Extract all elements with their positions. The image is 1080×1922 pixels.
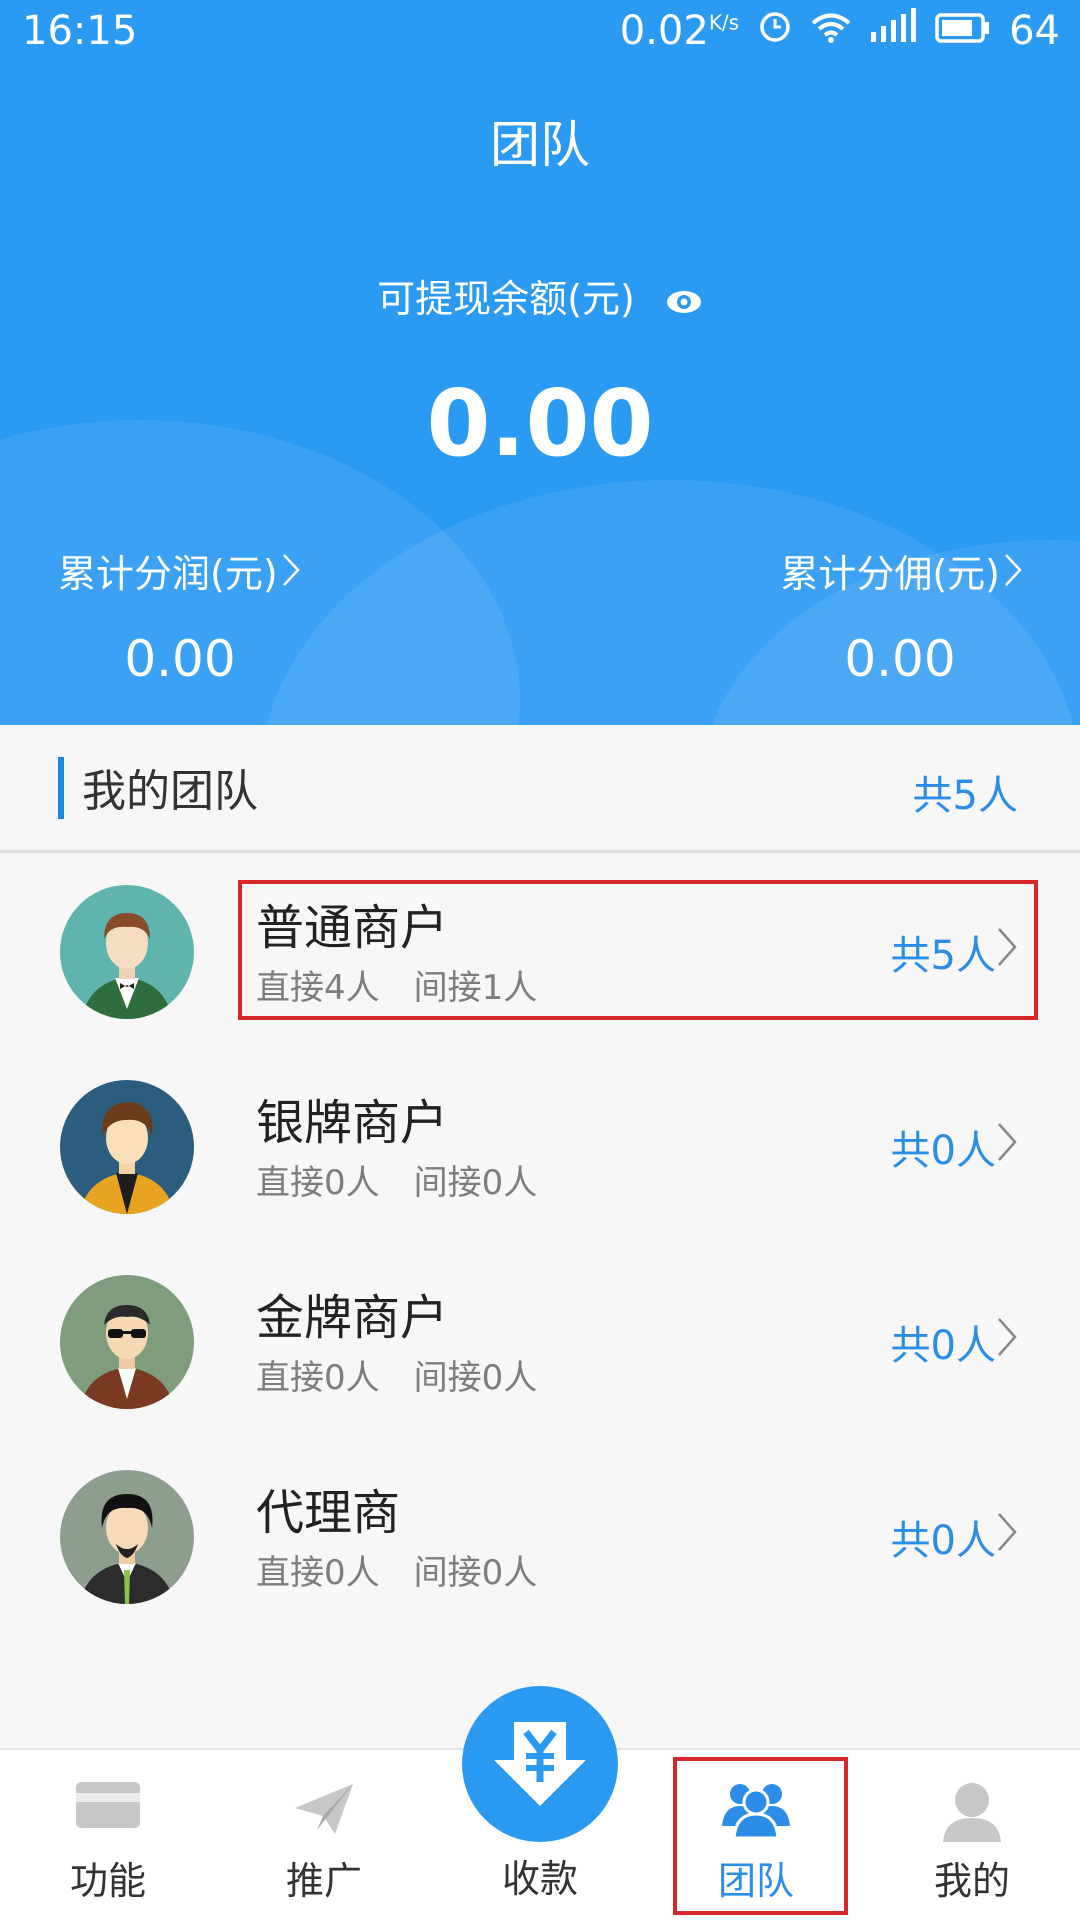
- section-accent-bar: [58, 757, 64, 819]
- item-total-text: 共0人: [890, 1128, 996, 1174]
- chevron-right-icon: [282, 552, 300, 596]
- nav-item-promote[interactable]: 推广: [216, 1750, 432, 1922]
- chevron-right-icon: [1004, 552, 1022, 596]
- item-name: 银牌商户: [256, 1095, 449, 1151]
- item-total-text: 共0人: [890, 1518, 996, 1564]
- nav-label: 推广: [285, 1859, 362, 1903]
- wifi-icon: [811, 8, 851, 54]
- item-total: 共0人: [891, 1508, 1018, 1566]
- network-speed-value: 0.02: [619, 8, 709, 54]
- paper-plane-icon: [291, 1780, 357, 1842]
- balance-label: 可提现余额(元): [0, 268, 1080, 324]
- profit-share-value: 0.00: [124, 630, 236, 688]
- chevron-right-icon: [996, 1511, 1018, 1563]
- list-item[interactable]: 代理商 直接0人 间接0人 共0人: [0, 1453, 1080, 1648]
- balance-label-text: 可提现余额(元): [377, 277, 635, 321]
- 4g-signal-icon: [869, 8, 917, 54]
- section-total-count: 共5人: [912, 773, 1018, 819]
- battery-level: 64: [1009, 8, 1060, 54]
- direct-count: 直接0人: [256, 1163, 380, 1203]
- status-time: 16:15: [22, 8, 138, 54]
- status-bar: 16:15 0.02K/s 64: [0, 0, 1080, 66]
- item-detail: 直接0人 间接0人: [256, 1155, 571, 1204]
- list-item[interactable]: 金牌商户 直接0人 间接0人 共0人: [0, 1258, 1080, 1453]
- nav-label: 我的: [933, 1859, 1010, 1903]
- list-item[interactable]: 银牌商户 直接0人 间接0人 共0人: [0, 1063, 1080, 1258]
- page-title: 团队: [490, 116, 590, 174]
- sunglasses-avatar-icon: [60, 1275, 194, 1409]
- black-suit-avatar-icon: [60, 1470, 194, 1604]
- orange-jacket-avatar-icon: [60, 1080, 194, 1214]
- user-icon: [939, 1780, 1005, 1846]
- direct-count: 直接0人: [256, 1553, 380, 1593]
- chevron-right-icon: [996, 1316, 1018, 1368]
- profit-share-label: 累计分润(元): [58, 552, 278, 596]
- my-team-header: 我的团队 共5人: [0, 725, 1080, 853]
- commission-value: 0.00: [844, 630, 956, 688]
- profit-share-link[interactable]: 累计分润(元): [58, 543, 300, 598]
- network-speed-unit: K/s: [708, 10, 740, 35]
- yuan-download-icon: [494, 1722, 586, 1806]
- indirect-count: 间接0人: [413, 1163, 538, 1203]
- item-detail: 直接0人 间接0人: [256, 1545, 571, 1594]
- item-total: 共0人: [891, 1313, 1018, 1371]
- indirect-count: 间接0人: [413, 1553, 538, 1593]
- alarm-icon: [757, 8, 793, 54]
- balance-value: 0.00: [426, 370, 654, 477]
- item-detail: 直接0人 间接0人: [256, 1350, 571, 1399]
- card-icon: [75, 1780, 141, 1834]
- section-title: 我的团队: [82, 766, 258, 817]
- item-total-text: 共0人: [890, 1323, 996, 1369]
- item-total: 共0人: [891, 1118, 1018, 1176]
- item-name: 金牌商户: [256, 1290, 449, 1346]
- eye-icon[interactable]: [665, 280, 703, 324]
- network-speed: 0.02K/s: [620, 8, 739, 54]
- commission-link[interactable]: 累计分佣(元): [780, 543, 1022, 598]
- indirect-count: 间接0人: [413, 1358, 538, 1398]
- commission-label: 累计分佣(元): [780, 552, 1000, 596]
- highlight-box: [673, 1757, 848, 1915]
- item-name: 代理商: [256, 1485, 401, 1541]
- highlight-box: [238, 880, 1038, 1020]
- green-suit-avatar-icon: [60, 885, 194, 1019]
- collect-payment-label: 收款: [501, 1857, 578, 1901]
- collect-payment-button[interactable]: [462, 1686, 618, 1842]
- battery-icon: [935, 8, 991, 54]
- chevron-right-icon: [996, 1121, 1018, 1173]
- direct-count: 直接0人: [256, 1358, 380, 1398]
- balance-header: 团队 可提现余额(元) 0.00 累计分润(元) 累计分佣(元) 0.00 0.…: [0, 0, 1080, 725]
- nav-label: 功能: [69, 1859, 146, 1903]
- nav-item-mine[interactable]: 我的: [864, 1750, 1080, 1922]
- nav-item-function[interactable]: 功能: [0, 1750, 216, 1922]
